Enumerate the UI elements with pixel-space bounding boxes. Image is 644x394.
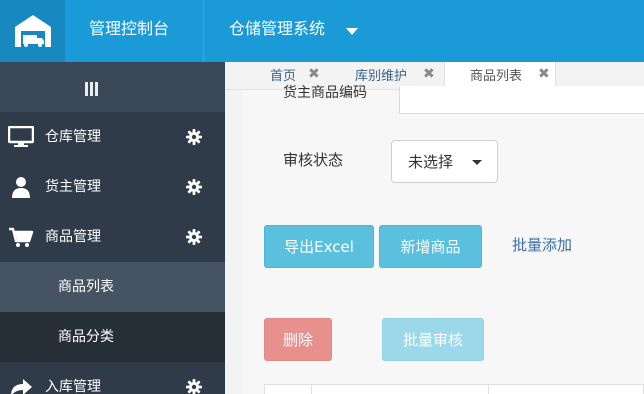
sidebar-item-warehouse[interactable]: 仓库管理 <box>0 112 225 162</box>
sidebar: 仓库管理 货主管理 商品管理 商品列表 商品分类 入库管理 <box>0 62 225 394</box>
sidebar-item-goods[interactable]: 商品管理 <box>0 212 225 262</box>
sidebar-item-inbound[interactable]: 入库管理 <box>0 362 225 394</box>
sidebar-item-label: 入库管理 <box>45 379 101 394</box>
system-selector[interactable]: 仓储管理系统 <box>229 18 325 40</box>
main-content: 货主商品编码 审核状态 未选择 导出Excel 新增商品 批量添加 删除 批量审… <box>243 85 644 394</box>
console-title[interactable]: 管理控制台 <box>89 18 169 40</box>
top-navbar: 管理控制台 仓储管理系统 <box>0 0 644 62</box>
tab-label: 首页 <box>270 69 297 84</box>
table-column-divider <box>311 385 312 394</box>
sidebar-subitem-label: 商品分类 <box>58 329 114 345</box>
gear-icon[interactable] <box>186 229 202 245</box>
close-icon[interactable]: ✖ <box>308 66 320 83</box>
sidebar-subitem-goods-list[interactable]: 商品列表 <box>0 262 225 312</box>
owner-code-label: 货主商品编码 <box>283 85 367 101</box>
sidebar-subitem-goods-category[interactable]: 商品分类 <box>0 312 225 362</box>
close-icon[interactable]: ✖ <box>423 66 435 83</box>
chevron-down-icon <box>472 160 482 165</box>
tab-label: 库别维护 <box>355 69 408 84</box>
sidebar-item-owner[interactable]: 货主管理 <box>0 162 225 212</box>
share-arrow-icon <box>11 379 32 394</box>
select-value: 未选择 <box>408 153 454 171</box>
owner-code-input[interactable] <box>399 86 644 114</box>
sidebar-item-label: 货主管理 <box>45 179 101 195</box>
gear-icon[interactable] <box>186 129 202 145</box>
audit-status-label: 审核状态 <box>283 151 344 169</box>
gear-icon[interactable] <box>186 379 202 394</box>
chevron-down-icon[interactable] <box>346 28 358 35</box>
add-goods-button[interactable]: 新增商品 <box>379 225 482 268</box>
logo[interactable] <box>0 0 65 62</box>
audit-status-select[interactable]: 未选择 <box>391 140 498 183</box>
delete-button[interactable]: 删除 <box>264 318 332 361</box>
warehouse-truck-icon <box>15 15 51 47</box>
goods-table <box>264 384 644 394</box>
close-icon[interactable]: ✖ <box>538 66 550 83</box>
tab-label: 商品列表 <box>470 69 523 84</box>
menu-bars-icon <box>85 82 98 96</box>
user-icon <box>12 177 30 198</box>
batch-add-link[interactable]: 批量添加 <box>512 235 572 255</box>
table-column-divider <box>488 385 489 394</box>
cart-icon <box>9 227 34 247</box>
gear-icon[interactable] <box>186 179 202 195</box>
sidebar-item-label: 仓库管理 <box>45 129 101 145</box>
batch-audit-button[interactable]: 批量审核 <box>382 318 484 361</box>
export-excel-button[interactable]: 导出Excel <box>264 225 374 268</box>
monitor-icon <box>8 126 34 147</box>
header-divider <box>203 0 204 62</box>
sidebar-item-label: 商品管理 <box>45 229 101 245</box>
sidebar-collapse-button[interactable] <box>0 62 225 112</box>
sidebar-subitem-label: 商品列表 <box>58 279 114 295</box>
